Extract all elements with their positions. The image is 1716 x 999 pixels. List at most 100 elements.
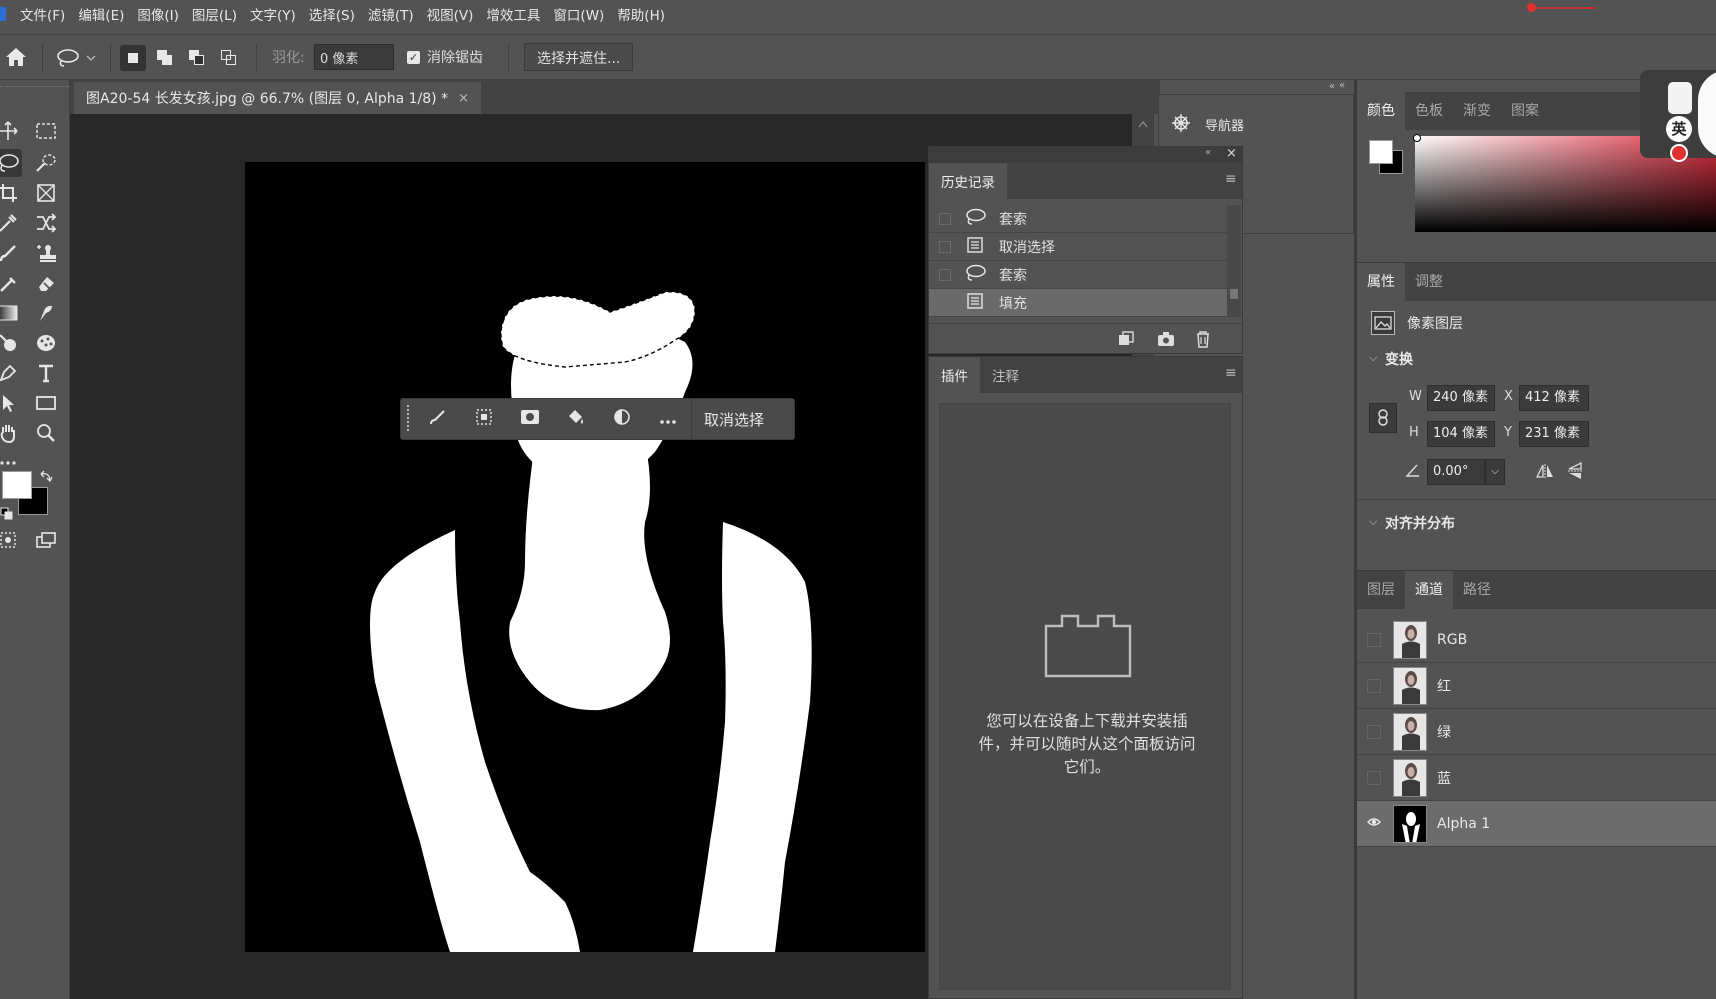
taskbar-grip-icon[interactable] bbox=[401, 398, 415, 440]
gradient-tool-icon[interactable] bbox=[0, 299, 22, 327]
ime-language-toggle[interactable]: 英 bbox=[1666, 116, 1692, 142]
subtract-selection-icon[interactable] bbox=[184, 45, 210, 71]
width-field[interactable]: 240 像素 bbox=[1427, 385, 1495, 411]
color-foreground-swatch[interactable] bbox=[1369, 140, 1393, 164]
brush-task-icon[interactable] bbox=[415, 408, 461, 430]
panel-menu-icon[interactable]: ≡ bbox=[1225, 171, 1237, 187]
ime-toolbar-icon[interactable] bbox=[1668, 82, 1692, 114]
menu-view[interactable]: 视图(V) bbox=[427, 4, 474, 24]
clone-stamp-tool-icon[interactable] bbox=[32, 239, 60, 267]
channel-row[interactable]: 红 bbox=[1357, 663, 1716, 709]
angle-dropdown-icon[interactable]: ⌵ bbox=[1485, 459, 1505, 485]
sponge-tool-icon[interactable] bbox=[32, 329, 60, 357]
quick-mask-icon[interactable] bbox=[0, 526, 22, 554]
tab-color[interactable]: 颜色 bbox=[1357, 92, 1405, 130]
lasso-tool-icon[interactable] bbox=[0, 149, 22, 177]
antialias-checkbox[interactable]: ✓ bbox=[407, 51, 420, 64]
tab-swatches[interactable]: 色板 bbox=[1405, 92, 1453, 130]
tab-gradients[interactable]: 渐变 bbox=[1453, 92, 1501, 130]
history-item[interactable]: 填充 bbox=[929, 289, 1227, 317]
link-dimensions-icon[interactable] bbox=[1369, 403, 1397, 433]
brush-tool-icon[interactable] bbox=[0, 239, 22, 267]
close-tab-icon[interactable]: × bbox=[458, 91, 469, 106]
frame-tool-icon[interactable] bbox=[32, 179, 60, 207]
navigator-icon[interactable] bbox=[1171, 113, 1191, 137]
collapse-panels-icon[interactable]: « bbox=[1339, 80, 1345, 91]
tab-layers[interactable]: 图层 bbox=[1357, 571, 1405, 609]
more-options-icon[interactable] bbox=[645, 410, 691, 429]
chevron-down-icon[interactable]: ⌵ bbox=[1369, 351, 1377, 365]
menu-select[interactable]: 选择(S) bbox=[309, 4, 355, 24]
eyedropper-tool-icon[interactable] bbox=[0, 209, 22, 237]
visibility-eye-icon[interactable] bbox=[1367, 817, 1381, 831]
collapse-panels-icon[interactable]: « bbox=[1329, 81, 1335, 92]
tab-properties[interactable]: 属性 bbox=[1357, 263, 1405, 301]
quick-selection-tool-icon[interactable] bbox=[32, 149, 60, 177]
history-item[interactable]: 套索 bbox=[929, 205, 1227, 233]
menu-filter[interactable]: 滤镜(T) bbox=[368, 4, 414, 24]
rectangle-tool-icon[interactable] bbox=[32, 389, 60, 417]
default-colors-icon[interactable] bbox=[0, 507, 14, 525]
slider-thumb[interactable] bbox=[1527, 3, 1536, 12]
history-scrollbar[interactable] bbox=[1227, 205, 1241, 317]
visibility-eye-icon[interactable] bbox=[1367, 724, 1381, 739]
visibility-eye-icon[interactable] bbox=[1367, 632, 1381, 647]
path-selection-tool-icon[interactable] bbox=[0, 389, 22, 417]
tab-adjustments[interactable]: 调整 bbox=[1405, 263, 1453, 301]
navigator-title[interactable]: 导航器 bbox=[1205, 115, 1244, 134]
menu-image[interactable]: 图像(I) bbox=[137, 4, 179, 24]
y-field[interactable]: 231 像素 bbox=[1519, 421, 1589, 447]
history-brush-tool-icon[interactable] bbox=[0, 269, 22, 297]
history-snapshot-checkbox[interactable] bbox=[939, 296, 951, 309]
menu-edit[interactable]: 编辑(E) bbox=[78, 4, 124, 24]
snapshot-camera-icon[interactable] bbox=[1157, 331, 1175, 351]
slider-track[interactable] bbox=[1528, 7, 1596, 9]
history-snapshot-checkbox[interactable] bbox=[939, 212, 951, 225]
hand-tool-icon[interactable] bbox=[0, 419, 22, 447]
menu-window[interactable]: 窗口(W) bbox=[553, 4, 604, 24]
move-tool-icon[interactable] bbox=[0, 117, 22, 145]
alpha-channel-image[interactable] bbox=[245, 162, 925, 952]
menu-help[interactable]: 帮助(H) bbox=[617, 4, 665, 24]
dodge-tool-icon[interactable] bbox=[0, 329, 22, 357]
pen-tool-icon[interactable] bbox=[0, 359, 22, 387]
collapse-panel-icon[interactable]: « bbox=[1205, 147, 1211, 158]
history-item[interactable]: 套索 bbox=[929, 261, 1227, 289]
visibility-eye-icon[interactable] bbox=[1367, 678, 1381, 693]
channel-row[interactable]: RGB bbox=[1357, 617, 1716, 663]
channel-row[interactable]: Alpha 1 bbox=[1357, 801, 1716, 847]
height-field[interactable]: 104 像素 bbox=[1427, 421, 1495, 447]
panel-menu-icon[interactable]: ≡ bbox=[1225, 365, 1237, 381]
align-distribute-title[interactable]: 对齐并分布 bbox=[1385, 513, 1455, 533]
transform-section-title[interactable]: 变换 bbox=[1385, 349, 1413, 369]
swap-colors-icon[interactable] bbox=[39, 470, 53, 488]
close-panel-icon[interactable]: × bbox=[1226, 146, 1237, 161]
zoom-tool-icon[interactable] bbox=[32, 419, 60, 447]
chevron-down-icon[interactable]: ⌵ bbox=[1369, 515, 1377, 529]
color-picker-cursor[interactable] bbox=[1413, 134, 1421, 142]
history-snapshot-checkbox[interactable] bbox=[939, 268, 951, 281]
home-icon[interactable] bbox=[4, 46, 28, 72]
add-selection-icon[interactable] bbox=[152, 45, 178, 71]
menu-layer[interactable]: 图层(L) bbox=[192, 4, 237, 24]
eraser-tool-icon[interactable] bbox=[32, 269, 60, 297]
angle-field[interactable]: 0.00° bbox=[1427, 459, 1485, 485]
history-item[interactable]: 取消选择 bbox=[929, 233, 1227, 261]
mask-icon[interactable] bbox=[507, 408, 553, 430]
tab-paths[interactable]: 路径 bbox=[1453, 571, 1501, 609]
visibility-eye-icon[interactable] bbox=[1367, 770, 1381, 785]
new-document-from-state-icon[interactable] bbox=[1117, 331, 1135, 351]
tab-notes[interactable]: 注释 bbox=[980, 357, 1031, 393]
tab-history[interactable]: 历史记录 bbox=[929, 163, 1007, 199]
channel-row[interactable]: 蓝 bbox=[1357, 755, 1716, 801]
ime-status-icon[interactable] bbox=[1670, 144, 1688, 162]
intersect-selection-icon[interactable] bbox=[216, 45, 242, 71]
x-field[interactable]: 412 像素 bbox=[1519, 385, 1589, 411]
adjustment-layer-icon[interactable] bbox=[599, 408, 645, 430]
document-tab[interactable]: 图A20-54 长发女孩.jpg @ 66.7% (图层 0, Alpha 1/… bbox=[74, 82, 481, 114]
smudge-tool-icon[interactable] bbox=[32, 299, 60, 327]
foreground-color-swatch[interactable] bbox=[2, 471, 32, 499]
feather-input[interactable]: 0 像素 bbox=[314, 44, 394, 70]
history-scroll-thumb[interactable] bbox=[1230, 289, 1238, 299]
deselect-button[interactable]: 取消选择 bbox=[692, 409, 764, 430]
